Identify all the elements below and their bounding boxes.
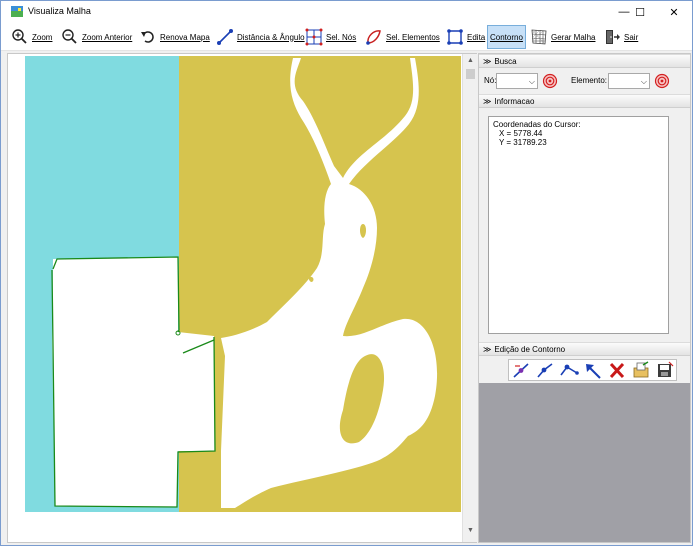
- cursor-y-value: Y = 31789.23: [499, 138, 547, 147]
- add-point-icon[interactable]: [511, 361, 531, 380]
- sel-nos-label: Sel. Nós: [326, 32, 357, 42]
- sel-elementos-button[interactable]: Sel. Elementos: [363, 25, 442, 49]
- zoom-anterior-button[interactable]: Zoom Anterior: [59, 25, 134, 49]
- sel-elementos-label: Sel. Elementos: [386, 32, 440, 42]
- edicao-contorno-section-header[interactable]: ≫ Edição de Contorno: [479, 342, 690, 356]
- empty-panel-area: [479, 383, 690, 542]
- renova-mapa-button[interactable]: Renova Mapa: [137, 25, 212, 49]
- renova-mapa-label: Renova Mapa: [160, 32, 210, 42]
- exit-door-icon: [606, 30, 620, 44]
- zoom-out-icon: [62, 29, 77, 44]
- search-node-button[interactable]: [541, 73, 559, 89]
- scroll-up-arrow[interactable]: ▲: [463, 54, 478, 68]
- sair-label: Sair: [624, 32, 639, 42]
- collapse-chevron-icon: ≫: [483, 344, 492, 354]
- distancia-angulo-label: Distância & Ângulo: [237, 32, 305, 42]
- insert-node-icon[interactable]: [535, 361, 555, 380]
- busca-title: Busca: [494, 56, 517, 66]
- delete-x-icon[interactable]: [607, 361, 627, 380]
- edicao-contorno-title: Edição de Contorno: [494, 344, 566, 354]
- contorno-button[interactable]: Contorno: [487, 25, 526, 49]
- busca-section-header[interactable]: ≫ Busca: [479, 54, 690, 68]
- contour-edit-toolbar: [508, 359, 677, 381]
- open-file-icon[interactable]: [631, 361, 651, 380]
- window-title: Visualiza Malha: [28, 6, 91, 16]
- pointer-arrow-icon[interactable]: [583, 361, 603, 380]
- cursor-x-value: X = 5778.44: [499, 129, 543, 138]
- undo-arrow-icon: [141, 31, 154, 43]
- scroll-down-arrow[interactable]: ▼: [463, 524, 478, 538]
- edita-label: Edita: [467, 32, 486, 42]
- distance-angle-icon: [217, 29, 233, 45]
- app-map-icon: [11, 6, 23, 17]
- collapse-chevron-icon: ≫: [483, 56, 492, 66]
- sel-nos-button[interactable]: Sel. Nós: [303, 25, 358, 49]
- side-panel: ≫ Busca Nó: ⌵ Elemento: ⌵ ≫ Informacao C…: [478, 53, 691, 543]
- chevron-down-icon: ⌵: [528, 77, 535, 86]
- node-select[interactable]: ⌵: [496, 73, 538, 89]
- cursor-info-box: Coordenadas do Cursor: X = 5778.44 Y = 3…: [488, 116, 669, 334]
- title-bar: Visualiza Malha — ☐ ✕: [1, 1, 692, 23]
- app-window: Visualiza Malha — ☐ ✕ Zoom Zoom Anterior: [0, 0, 693, 546]
- node-label: Nó:: [484, 76, 497, 85]
- element-label: Elemento:: [571, 76, 608, 85]
- zoom-label: Zoom: [32, 32, 53, 42]
- zoom-button[interactable]: Zoom: [9, 25, 54, 49]
- collapse-chevron-icon: ≫: [483, 96, 492, 106]
- close-button[interactable]: ✕: [657, 1, 691, 23]
- select-nodes-icon: [305, 28, 323, 46]
- chevron-down-icon: ⌵: [640, 77, 647, 86]
- informacao-title: Informacao: [494, 96, 535, 106]
- main-toolbar: Zoom Zoom Anterior Renova Mapa Distância…: [1, 23, 692, 51]
- busca-row: Nó: ⌵ Elemento: ⌵: [479, 71, 690, 91]
- map-vertical-scrollbar[interactable]: ▲ ▼: [462, 54, 478, 542]
- informacao-section-header[interactable]: ≫ Informacao: [479, 94, 690, 108]
- contorno-label: Contorno: [490, 32, 523, 42]
- split-segment-icon[interactable]: [559, 361, 579, 380]
- zoom-in-icon: [12, 29, 27, 44]
- zoom-anterior-label: Zoom Anterior: [82, 32, 133, 42]
- maximize-button[interactable]: ☐: [623, 1, 657, 23]
- element-select[interactable]: ⌵: [608, 73, 650, 89]
- gerar-malha-button[interactable]: Gerar Malha: [528, 25, 597, 49]
- search-element-button[interactable]: [653, 73, 671, 89]
- scroll-thumb[interactable]: [466, 69, 475, 79]
- save-file-icon[interactable]: [655, 361, 675, 380]
- mesh-grid-icon: [531, 29, 547, 45]
- edita-button[interactable]: Edita: [444, 25, 487, 49]
- select-elements-icon: [366, 30, 381, 45]
- distancia-angulo-button[interactable]: Distância & Ângulo: [214, 25, 307, 49]
- map-view[interactable]: ▲ ▼: [7, 53, 478, 543]
- cursor-coords-heading: Coordenadas do Cursor:: [493, 120, 581, 129]
- edit-polygon-icon: [447, 29, 463, 45]
- sair-button[interactable]: Sair: [601, 25, 640, 49]
- gerar-malha-label: Gerar Malha: [551, 32, 596, 42]
- map-canvas[interactable]: [25, 56, 461, 512]
